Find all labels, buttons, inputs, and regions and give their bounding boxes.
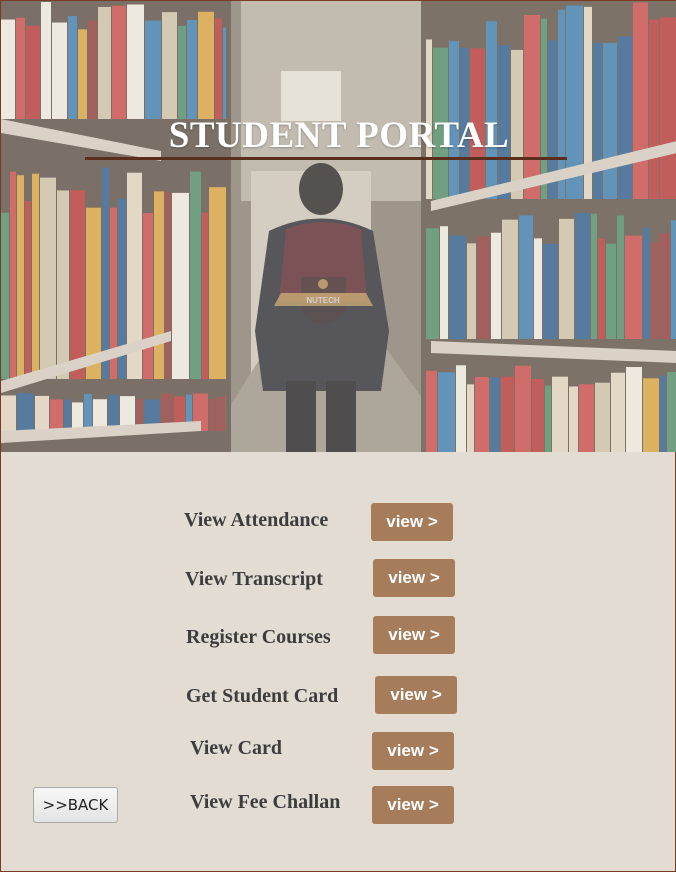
view-attendance-button[interactable]: view > xyxy=(371,503,453,541)
register-courses-label: Register Courses xyxy=(186,626,331,648)
view-card-label: View Card xyxy=(190,737,283,759)
hero-banner: NUTECH STUDENT PORTAL xyxy=(1,1,676,452)
view-fee-challan-label: View Fee Challan xyxy=(190,791,341,813)
title-underline xyxy=(85,157,567,160)
view-transcript-button[interactable]: view > xyxy=(373,559,455,597)
page-title: STUDENT PORTAL xyxy=(168,115,510,156)
get-student-card-button[interactable]: view > xyxy=(375,676,457,714)
view-fee-challan-button[interactable]: view > xyxy=(372,786,454,824)
get-student-card-label: Get Student Card xyxy=(186,685,339,707)
back-button[interactable]: >>BACK xyxy=(33,787,118,823)
register-courses-button[interactable]: view > xyxy=(373,616,455,654)
view-transcript-label: View Transcript xyxy=(185,568,323,590)
view-attendance-label: View Attendance xyxy=(184,509,329,531)
view-card-button[interactable]: view > xyxy=(372,732,454,770)
hero-overlay xyxy=(1,1,676,452)
